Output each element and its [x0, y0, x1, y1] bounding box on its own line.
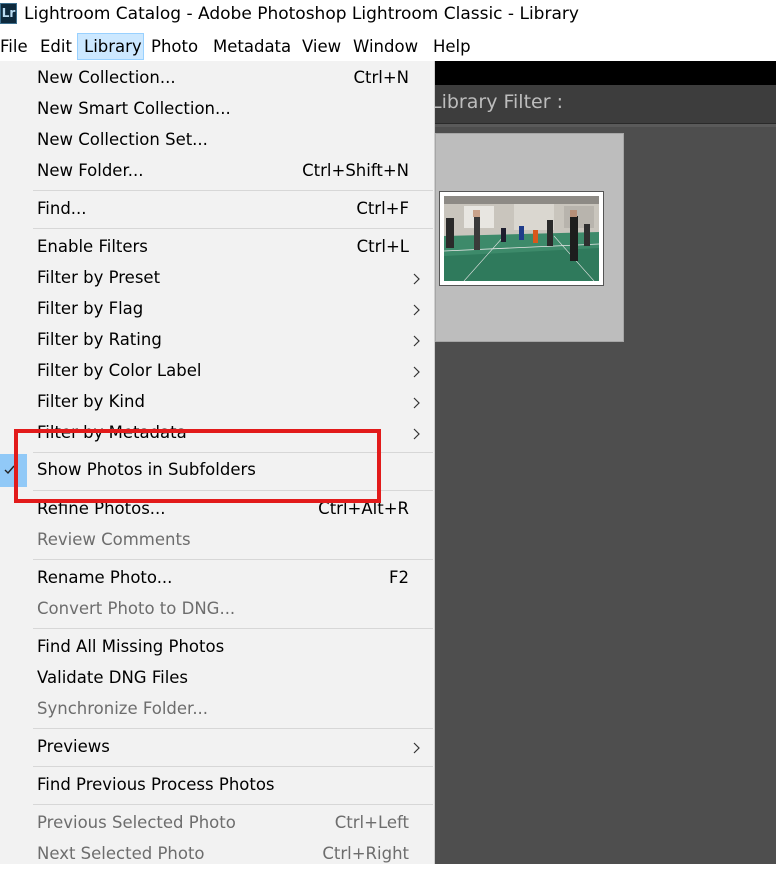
menu-library[interactable]: Library: [77, 33, 144, 60]
menu-window[interactable]: Window: [347, 33, 424, 60]
title-bar: Lr Lightroom Catalog - Adobe Photoshop L…: [0, 0, 776, 31]
menu-item-validate-dng-files[interactable]: Validate DNG Files: [0, 664, 434, 695]
library-grid-area: Library Filter :: [431, 61, 776, 864]
menu-bar: File Edit Library Photo Metadata View Wi…: [0, 31, 776, 61]
menu-item-label: Previous Selected Photo: [37, 813, 236, 832]
menu-item-label: Enable Filters: [37, 237, 148, 256]
menu-item-shortcut: F2: [389, 568, 409, 587]
menu-item-label: Refine Photos...: [37, 499, 166, 518]
menu-item-synchronize-folder: Synchronize Folder...: [0, 695, 434, 726]
library-menu-dropdown: New Collection... Ctrl+N New Smart Colle…: [0, 61, 435, 864]
menu-item-filter-by-preset[interactable]: Filter by Preset: [0, 264, 434, 295]
menu-item-label: Filter by Rating: [37, 330, 162, 349]
menu-item-enable-filters[interactable]: Enable Filters Ctrl+L: [0, 233, 434, 264]
menu-item-label: New Collection...: [37, 68, 176, 87]
menu-item-label: Previews: [37, 737, 110, 756]
menu-view[interactable]: View: [296, 33, 347, 60]
checkmark-cell: [0, 454, 27, 487]
menu-item-label: Filter by Metadata: [37, 423, 187, 442]
gym-photo-image: [444, 196, 599, 281]
menu-photo[interactable]: Photo: [145, 33, 204, 60]
menu-item-label: Filter by Preset: [37, 268, 161, 287]
chevron-right-icon: [413, 304, 420, 316]
menu-item-shortcut: Ctrl+Alt+R: [318, 499, 409, 518]
library-filter-bar: Library Filter :: [431, 85, 776, 124]
menu-item-new-collection[interactable]: New Collection... Ctrl+N: [0, 64, 434, 95]
menu-separator: [33, 766, 433, 767]
menu-edit[interactable]: Edit: [34, 33, 78, 60]
grid-cell[interactable]: [435, 133, 624, 342]
lightroom-app-icon: Lr: [0, 3, 17, 24]
menu-item-filter-by-kind[interactable]: Filter by Kind: [0, 388, 434, 419]
menu-item-filter-by-rating[interactable]: Filter by Rating: [0, 326, 434, 357]
menu-separator: [33, 804, 433, 805]
menu-separator: [33, 559, 433, 560]
menu-item-label: Filter by Flag: [37, 299, 144, 318]
menu-item-label: New Smart Collection...: [37, 99, 231, 118]
window-title: Lightroom Catalog - Adobe Photoshop Ligh…: [24, 4, 579, 24]
chevron-right-icon: [413, 742, 420, 754]
library-filter-label[interactable]: Library Filter :: [431, 91, 563, 113]
menu-separator: [33, 628, 433, 629]
filter-bar-divider: [435, 124, 776, 127]
menu-separator: [33, 490, 433, 491]
menu-item-label: Filter by Kind: [37, 392, 145, 411]
menu-item-find[interactable]: Find... Ctrl+F: [0, 195, 434, 226]
menu-item-find-all-missing-photos[interactable]: Find All Missing Photos: [0, 633, 434, 664]
menu-item-shortcut: Ctrl+N: [353, 68, 409, 87]
menu-item-previous-selected-photo: Previous Selected Photo Ctrl+Left: [0, 809, 434, 840]
menu-metadata[interactable]: Metadata: [207, 33, 297, 60]
menu-item-review-comments: Review Comments: [0, 526, 434, 557]
menu-item-show-photos-in-subfolders[interactable]: Show Photos in Subfolders: [0, 454, 434, 487]
menu-item-refine-photos[interactable]: Refine Photos... Ctrl+Alt+R: [0, 495, 434, 526]
menu-item-new-folder[interactable]: New Folder... Ctrl+Shift+N: [0, 157, 434, 188]
menu-item-label: Validate DNG Files: [37, 668, 189, 687]
menu-item-find-previous-process-photos[interactable]: Find Previous Process Photos: [0, 771, 434, 802]
menu-item-label: Find All Missing Photos: [37, 637, 225, 656]
chevron-right-icon: [413, 397, 420, 409]
menu-separator: [33, 728, 433, 729]
menu-item-label: Review Comments: [37, 530, 191, 549]
chevron-right-icon: [413, 428, 420, 440]
menu-separator: [33, 228, 433, 229]
menu-item-label: Next Selected Photo: [37, 844, 205, 863]
menu-help[interactable]: Help: [427, 33, 477, 60]
menu-item-label: New Collection Set...: [37, 130, 208, 149]
menu-item-new-smart-collection[interactable]: New Smart Collection...: [0, 95, 434, 126]
chevron-right-icon: [413, 335, 420, 347]
menu-item-label: Convert Photo to DNG...: [37, 599, 236, 618]
menu-item-filter-by-flag[interactable]: Filter by Flag: [0, 295, 434, 326]
menu-item-shortcut: Ctrl+L: [356, 237, 409, 256]
menu-item-label: Find...: [37, 199, 87, 218]
menu-item-label: Find Previous Process Photos: [37, 775, 275, 794]
menu-separator: [33, 190, 433, 191]
menu-separator: [33, 452, 433, 453]
menu-item-label: Rename Photo...: [37, 568, 173, 587]
menu-item-filter-by-color-label[interactable]: Filter by Color Label: [0, 357, 434, 388]
menu-item-label: Filter by Color Label: [37, 361, 202, 380]
menu-item-rename-photo[interactable]: Rename Photo... F2: [0, 564, 434, 595]
chevron-right-icon: [413, 366, 420, 378]
menu-item-next-selected-photo: Next Selected Photo Ctrl+Right: [0, 840, 434, 871]
menu-item-label: Synchronize Folder...: [37, 699, 209, 718]
menu-item-label: New Folder...: [37, 161, 144, 180]
menu-item-shortcut: Ctrl+Left: [334, 813, 409, 832]
menu-item-label: Show Photos in Subfolders: [37, 460, 256, 479]
menu-item-shortcut: Ctrl+Shift+N: [302, 161, 409, 180]
checkmark-icon: [4, 465, 15, 475]
menu-item-filter-by-metadata[interactable]: Filter by Metadata: [0, 419, 434, 450]
menu-item-new-collection-set[interactable]: New Collection Set...: [0, 126, 434, 157]
photo-thumbnail[interactable]: [439, 191, 604, 286]
menu-item-previews[interactable]: Previews: [0, 733, 434, 764]
menu-item-convert-photo-to-dng: Convert Photo to DNG...: [0, 595, 434, 626]
menu-file[interactable]: File: [0, 33, 34, 60]
menu-item-shortcut: Ctrl+F: [356, 199, 409, 218]
menu-item-shortcut: Ctrl+Right: [322, 844, 409, 863]
module-top-strip: [435, 61, 776, 85]
chevron-right-icon: [413, 273, 420, 285]
